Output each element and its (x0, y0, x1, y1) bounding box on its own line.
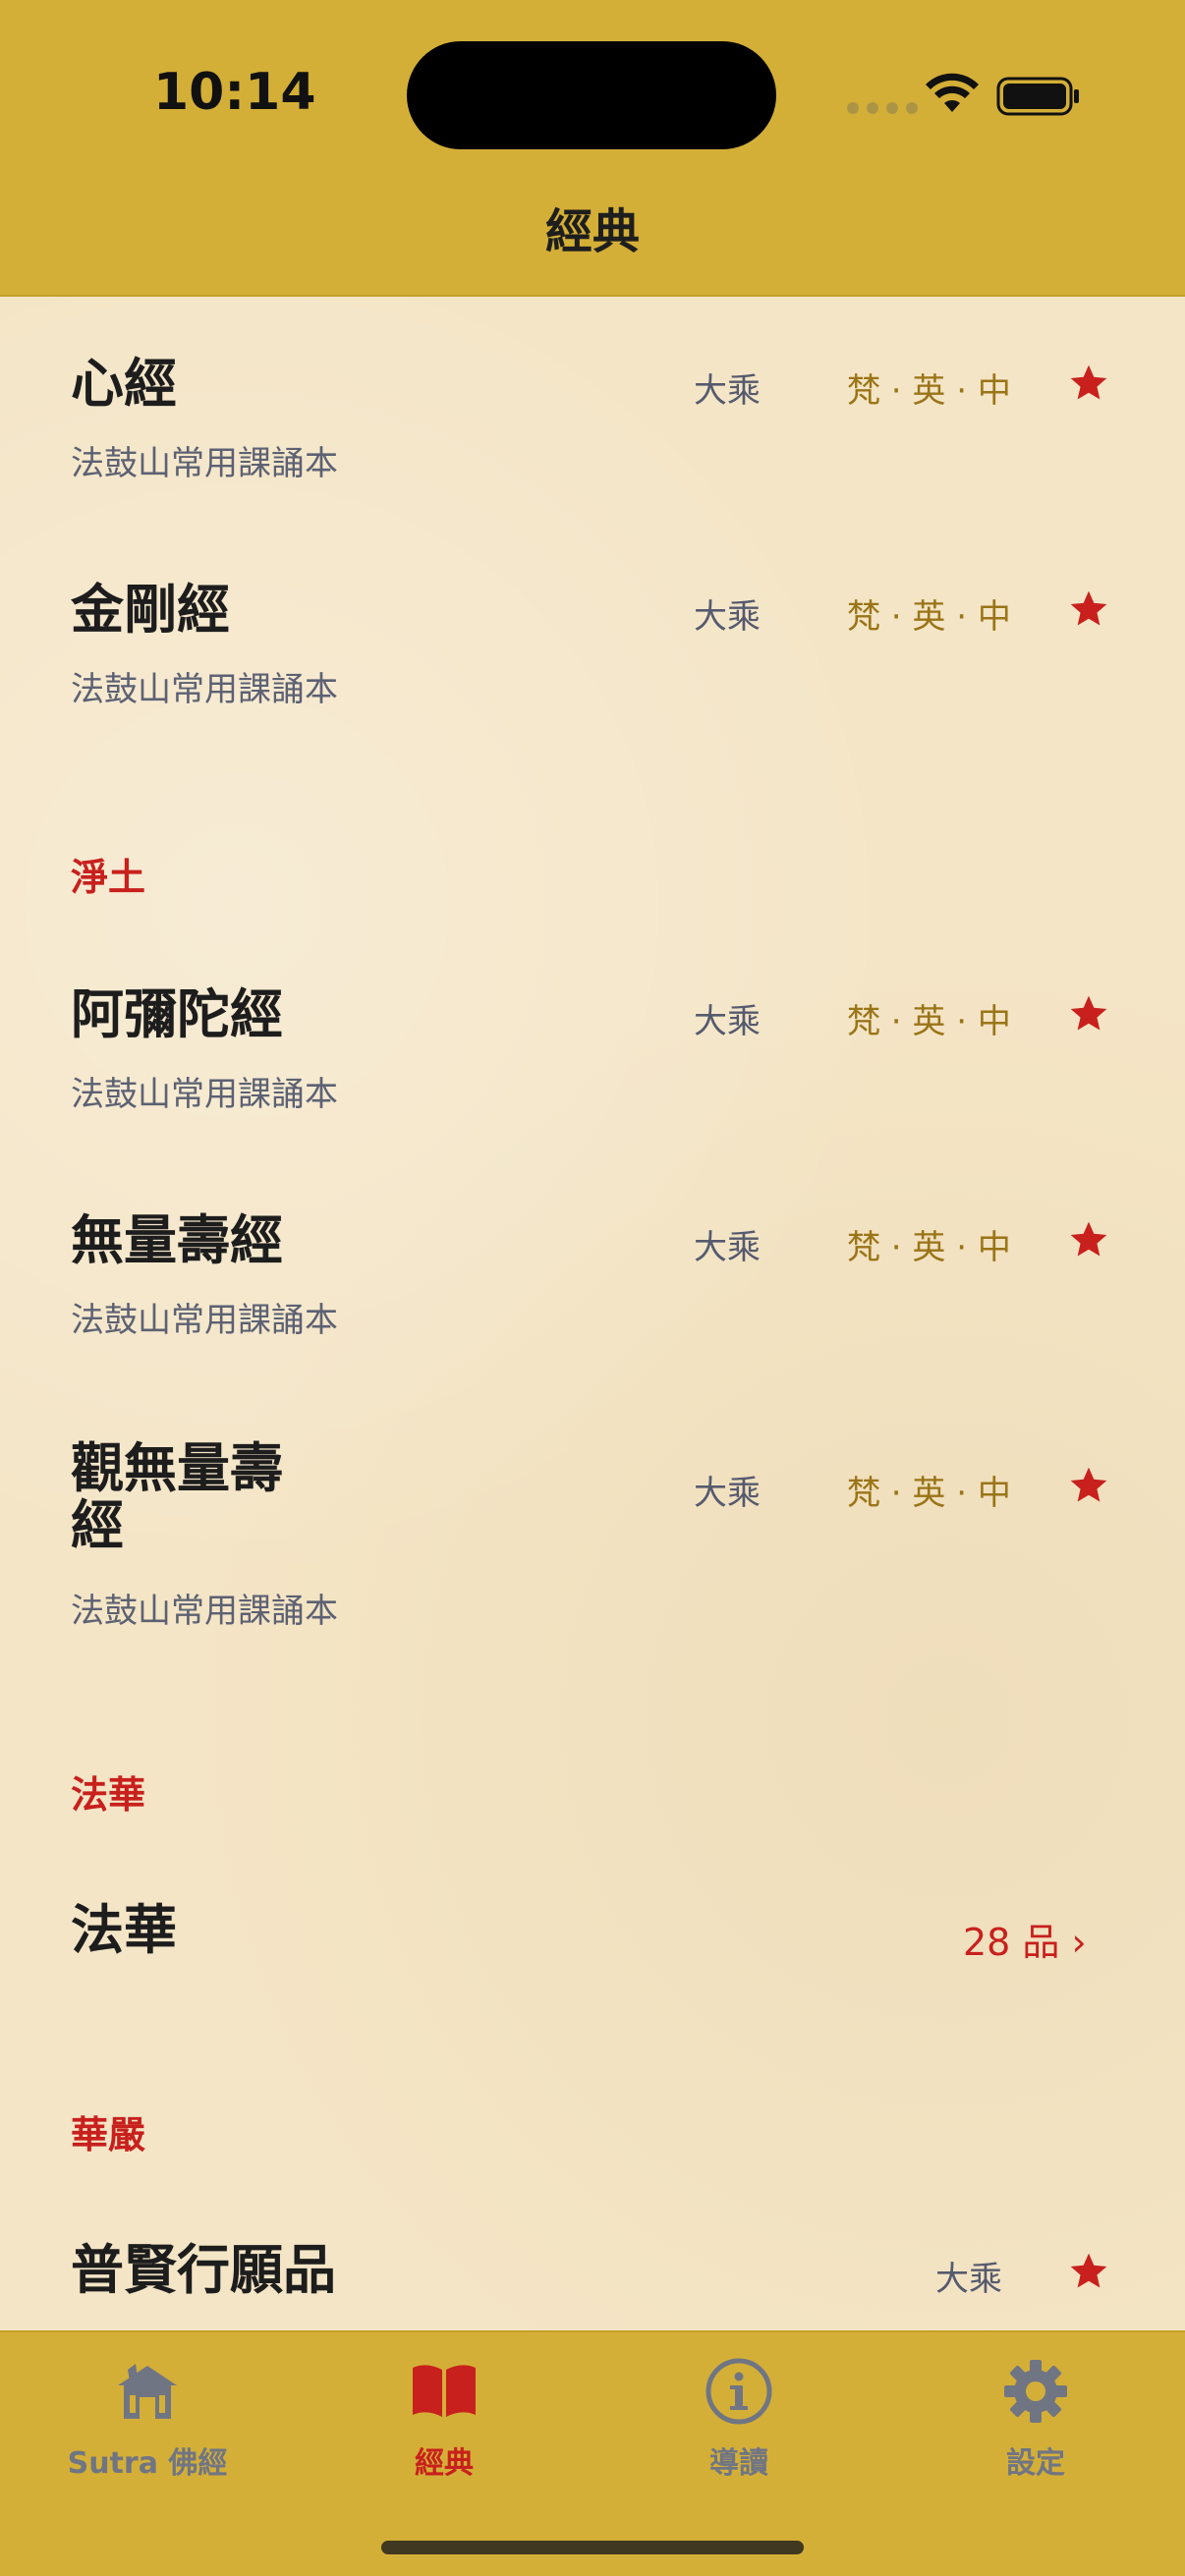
item-title: 無量壽經 (71, 1209, 283, 1271)
favorite-star-icon[interactable] (1067, 992, 1110, 1036)
tab-label: 設定 (1006, 2446, 1065, 2481)
school-tag: 大乘 (694, 1002, 761, 1041)
temple-icon (118, 2364, 177, 2419)
item-title: 法華 (71, 1899, 177, 1961)
page-title: 經典 (544, 204, 640, 259)
app-root: 10:14 經典 心經 法鼓山常用課誦本 大乘 梵 · 英 · 中 金剛經 法鼓… (0, 0, 1185, 2576)
sutra-list[interactable]: 心經 法鼓山常用課誦本 大乘 梵 · 英 · 中 金剛經 法鼓山常用課誦本 大乘… (0, 297, 1185, 2330)
tab-label: 導讀 (709, 2446, 768, 2481)
battery-icon (996, 77, 1079, 116)
favorite-star-icon[interactable] (1067, 2250, 1110, 2293)
favorite-star-icon[interactable] (1067, 588, 1110, 631)
item-subtitle: 法鼓山常用課誦本 (71, 1075, 338, 1114)
tab-classics[interactable]: 經典 (326, 2356, 562, 2493)
status-time: 10:14 (153, 63, 316, 122)
language-tag: 梵 · 英 · 中 (847, 1002, 1011, 1041)
language-tag: 梵 · 英 · 中 (847, 597, 1011, 637)
tab-label: 經典 (415, 2446, 474, 2481)
language-tag: 梵 · 英 · 中 (847, 371, 1011, 411)
gear-icon (1004, 2360, 1067, 2423)
tab-settings[interactable]: 設定 (918, 2356, 1154, 2493)
item-subtitle: 法鼓山常用課誦本 (71, 1592, 338, 1631)
section-header-avatamsaka: 華嚴 (71, 2113, 146, 2156)
item-subtitle: 法鼓山常用課誦本 (71, 1301, 338, 1340)
section-header-lotus: 法華 (71, 1773, 146, 1817)
language-tag: 梵 · 英 · 中 (847, 1474, 1011, 1513)
school-tag: 大乘 (935, 2260, 1002, 2299)
tab-bar: Sutra 佛經 經典 導讀 設定 (0, 2330, 1185, 2576)
item-title: 普賢行願品 (71, 2239, 336, 2301)
cellular-signal-icon (847, 102, 918, 114)
favorite-star-icon[interactable] (1067, 362, 1110, 405)
school-tag: 大乘 (694, 1228, 761, 1267)
top-bar: 10:14 經典 (0, 0, 1185, 297)
book-icon (413, 2365, 476, 2417)
item-title: 心經 (71, 353, 177, 415)
item-subtitle: 法鼓山常用課誦本 (71, 444, 338, 483)
school-tag: 大乘 (694, 371, 761, 411)
school-tag: 大乘 (694, 1474, 761, 1513)
school-tag: 大乘 (694, 597, 761, 637)
favorite-star-icon[interactable] (1067, 1464, 1110, 1507)
tab-sutra[interactable]: Sutra 佛經 (29, 2356, 265, 2493)
language-tag: 梵 · 英 · 中 (847, 1228, 1011, 1267)
home-indicator[interactable] (381, 2541, 804, 2554)
dynamic-island (407, 41, 776, 149)
favorite-star-icon[interactable] (1067, 1218, 1110, 1261)
tab-label: Sutra 佛經 (67, 2446, 228, 2481)
chapter-count-link[interactable]: 28 品 › (963, 1912, 1087, 1966)
item-title: 金剛經 (71, 579, 230, 641)
item-title: 阿彌陀經 (71, 983, 283, 1045)
tab-guide[interactable]: 導讀 (621, 2356, 857, 2493)
item-subtitle: 法鼓山常用課誦本 (71, 670, 338, 709)
item-title-line-2: 經 (71, 1494, 124, 1556)
wifi-icon (926, 73, 979, 112)
section-header-pure-land: 淨土 (71, 856, 146, 899)
item-title-line-1: 觀無量壽 (71, 1437, 283, 1499)
info-icon (705, 2358, 772, 2425)
